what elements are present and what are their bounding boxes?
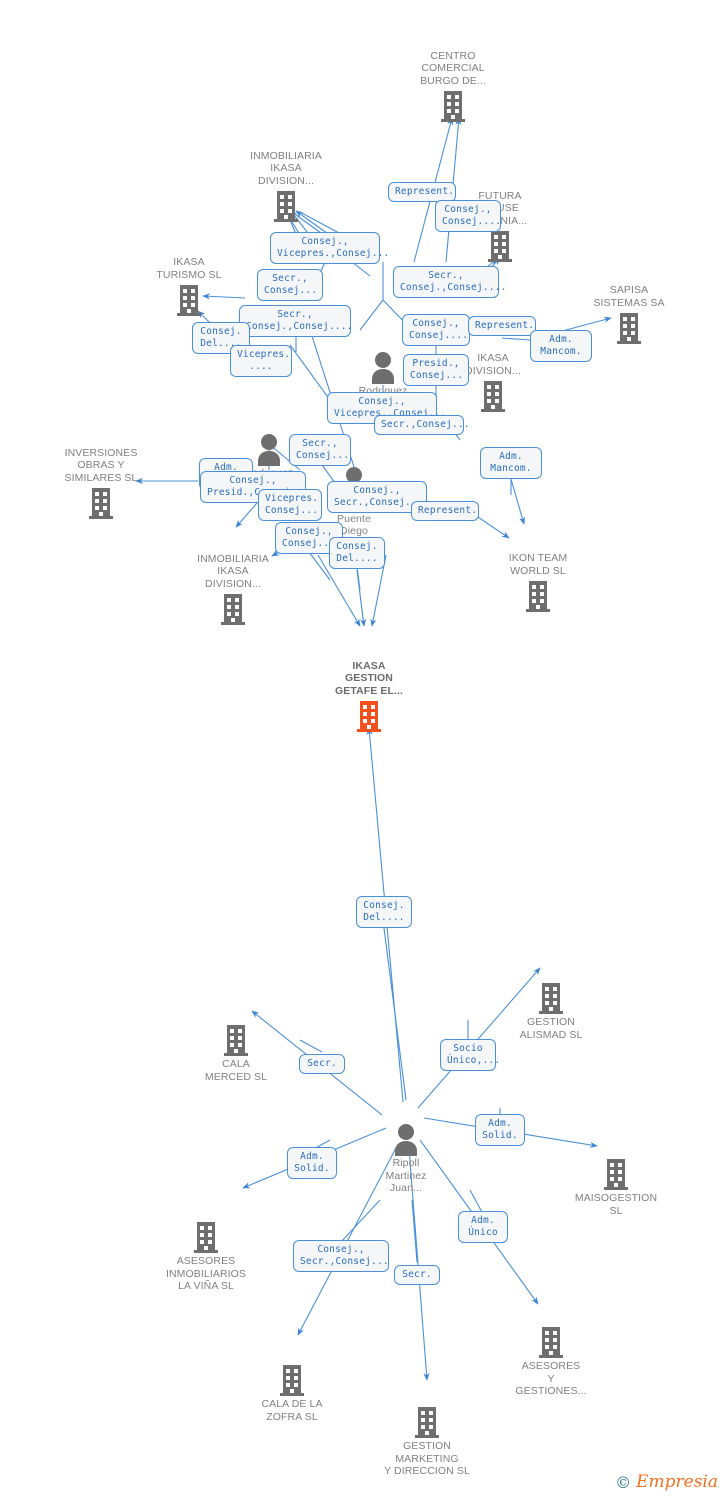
- node-label: CALA MERCED SL: [204, 1058, 268, 1083]
- edge-cluster-to-ikasa_gestion_getafe: [356, 569, 367, 627]
- role-label-rb_consej_vicepres_1[interactable]: Consej., Vicepres.,Consej...: [270, 232, 389, 264]
- building-icon: [129, 283, 249, 317]
- node-label: CENTRO COMERCIAL BURGO DE...: [420, 49, 486, 87]
- role-label-rb_consej_consej_1[interactable]: Consej., Consej....: [435, 200, 501, 232]
- company-node-cala_zofra[interactable]: CALA DE LA ZOFRA SL: [232, 1363, 352, 1423]
- role-label-rb_consej_consej_2[interactable]: Consej., Consej....: [402, 314, 470, 346]
- role-label-rb_secr_consej_right[interactable]: Secr., Consej.,Consej....: [393, 266, 506, 298]
- node-label: IKASA TURISMO SL: [156, 256, 222, 281]
- company-node-ikasa_gestion_getafe[interactable]: IKASA GESTION GETAFE EL...: [309, 660, 429, 734]
- role-label-rb_secr_bottom[interactable]: Secr.: [394, 1265, 440, 1285]
- building-icon: [41, 486, 161, 520]
- role-label-rb_secr_consej_1[interactable]: Secr., Consej...: [257, 269, 323, 301]
- building-icon: [393, 89, 513, 123]
- connector-line-32: [340, 1199, 381, 1243]
- connector-line-28: [299, 1039, 323, 1053]
- role-label-rb_adm_mancom_1[interactable]: Adm. Mancom.: [530, 330, 592, 362]
- company-node-ikon_team[interactable]: IKON TEAM WORLD SL: [478, 552, 598, 613]
- node-label: MAISOGESTION SL: [574, 1192, 658, 1217]
- role-label-rb_vicepres_2[interactable]: Vicepres. Consej...: [258, 489, 322, 521]
- node-label: IKON TEAM WORLD SL: [508, 552, 568, 577]
- company-node-asesores_gestiones[interactable]: ASESORES Y GESTIONES...: [491, 1325, 611, 1398]
- company-node-gestion_alismad[interactable]: GESTION ALISMAD SL: [491, 981, 611, 1041]
- node-label: GESTION MARKETING Y DIRECCION SL: [384, 1440, 470, 1477]
- person-node-person_ripoll[interactable]: Ripoll Martinez Juan...: [346, 1122, 466, 1195]
- watermark: © Empresia: [615, 1472, 718, 1492]
- edge-layer: [135, 117, 612, 1381]
- node-label: SAPISA SISTEMAS SA: [593, 284, 665, 309]
- role-label-rb_represent_1[interactable]: Represent.: [388, 182, 456, 202]
- role-label-rb_consej_secr_2[interactable]: Consej., Secr.,Consej...: [293, 1240, 389, 1272]
- role-label-rb_consej_del_3[interactable]: Consej. Del....: [356, 896, 412, 928]
- building-icon: [491, 1325, 611, 1359]
- role-label-rb_secr_cala[interactable]: Secr.: [299, 1054, 345, 1074]
- connector-line-4: [351, 261, 371, 277]
- role-label-rb_adm_unico[interactable]: Adm. Único: [458, 1211, 508, 1243]
- role-label-rb_adm_solid_right[interactable]: Adm. Solid.: [475, 1114, 525, 1146]
- company-node-asesores_inmobiliarios[interactable]: ASESORES INMOBILIARIOS LA VIÑA SL: [146, 1220, 266, 1293]
- role-label-rb_presid_consej_1[interactable]: Presid., Consej...: [403, 354, 469, 386]
- copyright-icon: ©: [615, 1472, 632, 1492]
- building-icon: [176, 1023, 296, 1057]
- company-node-centro_comercial[interactable]: CENTRO COMERCIAL BURGO DE...: [393, 50, 513, 124]
- company-node-inversiones_obras[interactable]: INVERSIONES OBRAS Y SIMILARES SL: [41, 447, 161, 521]
- edge-cluster-to-inmobiliaria_ikasa_div_2: [235, 502, 258, 528]
- node-label: ASESORES INMOBILIARIOS LA VIÑA SL: [165, 1255, 247, 1292]
- building-icon: [556, 1157, 676, 1191]
- role-label-rb_socio_unico[interactable]: Socio Único,...: [440, 1039, 500, 1071]
- connector-line-24: [308, 551, 331, 581]
- node-label: ASESORES Y GESTIONES...: [515, 1360, 587, 1397]
- role-label-rb_consej_del_2[interactable]: Consej. Del....: [329, 537, 385, 569]
- edge-cluster-to-ikon_team: [510, 478, 526, 525]
- building-icon: [309, 699, 429, 733]
- building-icon: [146, 1220, 266, 1254]
- node-label: GESTION ALISMAD SL: [519, 1016, 583, 1041]
- role-label-rb_adm_mancom_2[interactable]: Adm. Mancom.: [480, 447, 542, 479]
- role-label-rb_secr_consej_3[interactable]: Secr.,Consej...: [374, 415, 470, 435]
- building-icon: [232, 1363, 352, 1397]
- node-label: IKASA GESTION GETAFE EL...: [334, 659, 404, 697]
- role-label-rb_represent_2[interactable]: Represent.: [468, 316, 536, 336]
- network-diagram-canvas: CENTRO COMERCIAL BURGO DE... INMOBILIARIA…: [0, 0, 728, 1500]
- node-label: INMOBILIARIA IKASA DIVISION...: [250, 149, 322, 187]
- building-icon: [173, 592, 293, 626]
- connector-line-20: [501, 337, 531, 341]
- company-node-gestion_marketing[interactable]: GESTION MARKETING Y DIRECCION SL: [367, 1405, 487, 1478]
- node-label: INMOBILIARIA IKASA DIVISION...: [197, 552, 269, 590]
- company-node-inmobiliaria_ikasa_div_2[interactable]: INMOBILIARIA IKASA DIVISION...: [173, 553, 293, 627]
- building-icon: [226, 189, 346, 223]
- building-icon: [367, 1405, 487, 1439]
- company-node-inmobiliaria_ikasa_div_1[interactable]: INMOBILIARIA IKASA DIVISION...: [226, 150, 346, 224]
- connector-line-33: [411, 1199, 418, 1263]
- node-label: INVERSIONES OBRAS Y SIMILARES SL: [64, 446, 138, 484]
- role-label-rb_secr_consej_2[interactable]: Secr., Consej.,Consej....: [239, 305, 352, 337]
- building-icon: [491, 981, 611, 1015]
- node-label: CALA DE LA ZOFRA SL: [261, 1398, 323, 1423]
- role-label-rb_adm_solid_left[interactable]: Adm. Solid.: [287, 1147, 337, 1179]
- building-icon: [440, 229, 560, 263]
- connector-line-26: [383, 927, 407, 1101]
- role-label-rb_vicepres_1[interactable]: Vicepres. ....: [230, 345, 292, 377]
- building-icon: [478, 579, 598, 613]
- role-label-rb_secr_consej_4[interactable]: Secr., Consej...: [289, 434, 351, 466]
- connector-line-25: [356, 566, 361, 591]
- role-label-rb_represent_3[interactable]: Represent.: [411, 501, 479, 521]
- company-node-cala_merced[interactable]: CALA MERCED SL: [176, 1023, 296, 1083]
- person-icon: [346, 1122, 466, 1156]
- connector-line-6: [359, 299, 384, 331]
- node-label: Ripoll Martinez Juan...: [385, 1157, 427, 1194]
- company-node-ikasa_turismo[interactable]: IKASA TURISMO SL: [129, 256, 249, 317]
- watermark-brand: Empresia: [636, 1472, 718, 1492]
- company-node-maisogestion[interactable]: MAISOGESTION SL: [556, 1157, 676, 1217]
